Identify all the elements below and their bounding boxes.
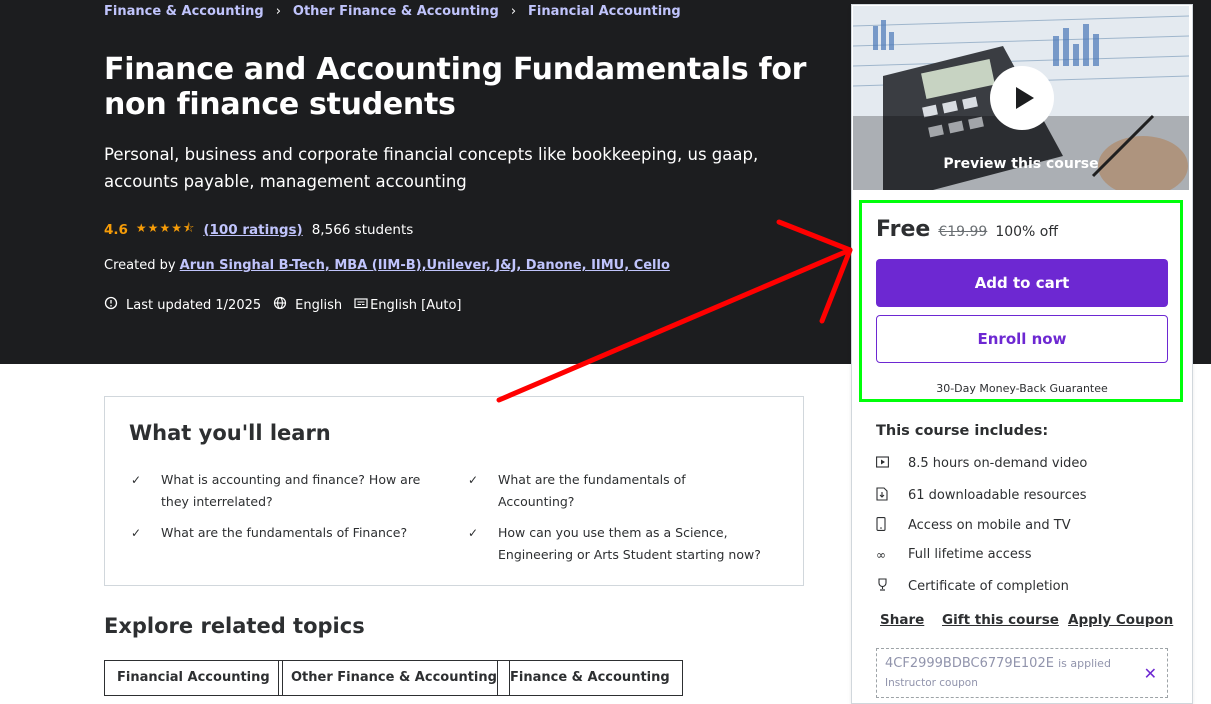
learn-item: ✓ What are the fundamentals of Finance? [129,522,429,544]
star-rating-icon: ★★★★⯪ [135,221,196,235]
rating-value: 4.6 [104,221,128,238]
what-youll-learn-box: What you'll learn ✓ What is accounting a… [104,396,804,586]
gift-course-link[interactable]: Gift this course [942,612,1059,628]
enroll-now-button[interactable]: Enroll now [876,315,1168,363]
created-by: Created by Arun Singhal B-Tech, MBA (IIM… [104,258,670,273]
instructor-link[interactable]: Arun Singhal B-Tech, MBA (IIM-B),Unileve… [180,258,670,273]
play-icon [1015,87,1034,109]
learn-item-text: What is accounting and finance? How are … [161,472,421,509]
check-icon: ✓ [468,526,479,540]
include-label: 61 downloadable resources [908,488,1087,503]
language: English [273,296,342,314]
breadcrumb-link-financial-accounting[interactable]: Financial Accounting [528,4,681,19]
includes-heading: This course includes: [876,423,1049,439]
trophy-icon [876,578,908,594]
coupon-code: 4CF2999BDBC6779E102E [885,656,1054,671]
include-item: Access on mobile and TV [876,517,1071,534]
add-to-cart-button[interactable]: Add to cart [876,259,1168,307]
last-updated-text: Last updated 1/2025 [126,297,262,313]
play-button[interactable] [990,66,1054,130]
learn-item: ✓ What is accounting and finance? How ar… [129,469,429,513]
share-link[interactable]: Share [880,612,924,628]
include-label: Certificate of completion [908,578,1069,594]
current-price: Free [876,217,931,242]
course-subtitle: Personal, business and corporate financi… [104,145,759,191]
topic-financial-accounting[interactable]: Financial Accounting [104,660,283,696]
course-meta: Last updated 1/2025 English English [Aut… [104,296,474,314]
infinity-icon: ∞ [876,547,886,562]
globe-icon [273,296,287,314]
preview-label: Preview this course [943,156,1099,172]
include-label: Access on mobile and TV [908,518,1071,533]
file-download-icon [876,487,908,504]
breadcrumb-link-finance-accounting[interactable]: Finance & Accounting [104,4,264,19]
topic-finance-accounting[interactable]: Finance & Accounting [497,660,683,696]
learn-item-text: What are the fundamentals of Accounting? [498,472,686,509]
include-label: 8.5 hours on-demand video [908,456,1088,471]
breadcrumb-link-other-finance[interactable]: Other Finance & Accounting [293,4,499,19]
include-item: ∞ Full lifetime access [876,547,1031,562]
alert-badge-icon [104,296,118,314]
rating-row: 4.6 ★★★★⯪ (100 ratings) 8,566 students [104,219,413,240]
captions-text: English [Auto] [370,297,462,313]
applied-coupon: 4CF2999BDBC6779E102E is applied Instruct… [876,648,1168,698]
include-item: Certificate of completion [876,578,1069,594]
ratings-link[interactable]: (100 ratings) [203,222,302,238]
coupon-applied-text: is applied [1058,657,1111,670]
learn-item-text: What are the fundamentals of Finance? [161,525,408,540]
language-text: English [295,297,343,313]
chevron-right-icon: › [510,4,517,19]
discount-percent: 100% off [995,224,1058,240]
chevron-right-icon: › [275,4,281,19]
original-price: €19.99 [938,224,988,240]
captions: English [Auto] [354,296,462,314]
students-count: 8,566 students [311,221,414,238]
close-icon[interactable]: ✕ [1144,664,1157,683]
price-row: Free €19.99 100% off [876,217,1058,242]
mobile-icon [876,517,908,534]
check-icon: ✓ [468,473,479,487]
learn-heading: What you'll learn [129,421,331,445]
check-icon: ✓ [131,473,142,487]
topic-other-finance-accounting[interactable]: Other Finance & Accounting [278,660,510,696]
course-title: Finance and Accounting Fundamentals for … [104,52,807,122]
check-icon: ✓ [131,526,142,540]
include-item: 61 downloadable resources [876,487,1087,504]
include-item: 8.5 hours on-demand video [876,456,1087,471]
learn-item-text: How can you use them as a Science, Engin… [498,525,761,562]
include-label: Full lifetime access [908,547,1032,562]
learn-item: ✓ What are the fundamentals of Accountin… [466,469,766,513]
created-by-label: Created by [104,258,176,273]
video-icon [876,456,908,471]
apply-coupon-link[interactable]: Apply Coupon [1068,612,1173,628]
learn-item: ✓ How can you use them as a Science, Eng… [466,522,766,566]
coupon-type: Instructor coupon [885,677,978,689]
money-back-guarantee: 30-Day Money-Back Guarantee [936,382,1108,395]
closed-caption-icon [354,296,368,314]
breadcrumb: Finance & Accounting › Other Finance & A… [104,4,681,19]
related-topics-heading: Explore related topics [104,614,365,638]
course-preview[interactable]: Preview this course [853,6,1189,190]
last-updated: Last updated 1/2025 [104,296,261,314]
